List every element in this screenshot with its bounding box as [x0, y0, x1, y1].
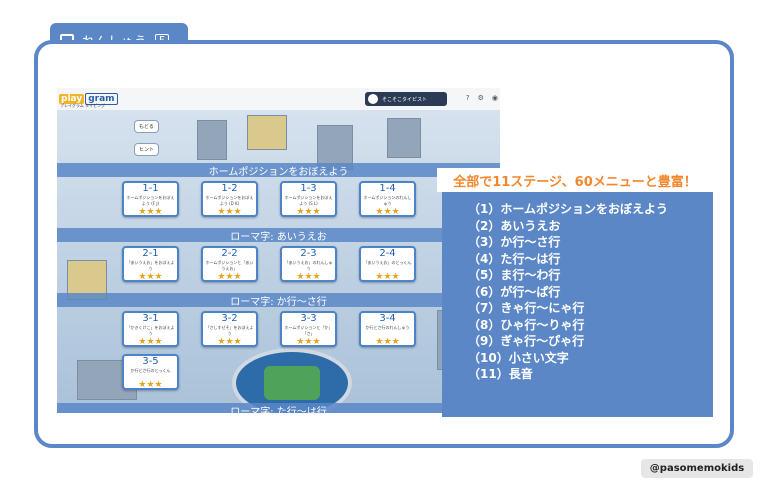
menu-list-item: （4）た行〜は行 — [468, 251, 561, 266]
stage-card[interactable]: 1-3 ホームポジションをおぼえよう (S L) ★★★ — [280, 181, 337, 217]
star-rating: ★★★ — [138, 337, 163, 347]
menu-list-item: （11）長音 — [468, 367, 533, 381]
star-rating: ★★★ — [375, 272, 400, 282]
section-title: ローマ字: あいうえお — [57, 228, 500, 243]
menu-list-item: （1）ホームポジションをおぼえよう — [468, 202, 668, 216]
star-rating: ★★★ — [296, 272, 321, 282]
star-rating: ★★★ — [217, 207, 242, 217]
section-title: ローマ字: か行〜さ行 — [57, 293, 500, 308]
menu-list-panel: （1）ホームポジションをおぼえよう （2）あいうえお （3）か行〜さ行 （4）た… — [442, 181, 713, 417]
stage-card[interactable]: 2-3 「あいうえお」のれんしゅう ★★★ — [280, 246, 337, 282]
building — [387, 118, 421, 158]
menu-list-item: （2）あいうえお — [468, 218, 561, 233]
app-screenshot: play gram プレイグラム タイピング そこそこタイピスト ? ⚙ ◉ も… — [57, 88, 500, 413]
menu-list-item: （6）が行〜ぱ行 — [468, 284, 561, 299]
star-rating: ★★★ — [217, 337, 242, 347]
menu-list-item: （7）きゃ行〜にゃ行 — [468, 301, 585, 315]
user-icon[interactable]: ◉ — [492, 94, 498, 102]
back-button[interactable]: もどる — [134, 120, 159, 133]
hint-button[interactable]: ヒント — [134, 143, 160, 156]
section-title: ローマ字: た行〜は行 — [57, 403, 500, 413]
stage-card[interactable]: 3-1 「かきくけこ」をおぼえよう ★★★ — [122, 311, 179, 347]
star-rating: ★★★ — [375, 337, 400, 347]
star-rating: ★★★ — [138, 380, 163, 390]
user-badge[interactable]: そこそこタイピスト — [365, 92, 447, 106]
stage-card[interactable]: 1-4 ホームポジションのれんしゅう ★★★ — [359, 181, 416, 217]
building — [197, 120, 227, 160]
section-title: ホームポジションをおぼえよう — [57, 163, 500, 178]
star-rating: ★★★ — [138, 272, 163, 282]
stage-card[interactable]: 3-3 ホームポジションと「か」「さ」 ★★★ — [280, 311, 337, 347]
menu-list-item: （5）ま行〜わ行 — [468, 268, 561, 282]
stage-card[interactable]: 1-1 ホームポジションをおぼえよう (F J) ★★★ — [122, 181, 179, 217]
headline: 全部で11ステージ、60メニューと豊富！ — [437, 168, 713, 192]
stage-card[interactable]: 2-2 ホームポジションと「あいうえお」 ★★★ — [201, 246, 258, 282]
stage-card[interactable]: 1-2 ホームポジションをおぼえよう (D K) ★★★ — [201, 181, 258, 217]
star-rating: ★★★ — [217, 272, 242, 282]
star-rating: ★★★ — [138, 207, 163, 217]
stage-card[interactable]: 3-5 か行とさ行のとっくん ★★★ — [122, 354, 179, 390]
stage-card[interactable]: 2-1 「あいうえお」をおぼえよう ★★★ — [122, 246, 179, 282]
logo-caption: プレイグラム タイピング — [60, 103, 106, 108]
star-rating: ★★★ — [296, 337, 321, 347]
menu-list-item: （3）か行〜さ行 — [468, 235, 561, 249]
app-header: play gram プレイグラム タイピング そこそこタイピスト ? ⚙ ◉ — [57, 88, 500, 110]
avatar — [368, 94, 378, 104]
building — [247, 115, 287, 150]
stage-card[interactable]: 3-4 か行とさ行のれんしゅう ★★★ — [359, 311, 416, 347]
menu-list-item: （10）小さい文字 — [468, 350, 569, 365]
credit-badge: @pasomemokids — [641, 459, 753, 478]
stage-card[interactable]: 2-4 「あいうえお」のとっくん ★★★ — [359, 246, 416, 282]
star-rating: ★★★ — [375, 207, 400, 217]
star-rating: ★★★ — [296, 207, 321, 217]
user-name: そこそこタイピスト — [382, 96, 428, 103]
stage-card[interactable]: 3-2 「さしすせそ」をおぼえよう ★★★ — [201, 311, 258, 347]
menu-list-item: （8）ひゃ行〜りゃ行 — [468, 317, 585, 332]
menu-list-item: （9）ぎゃ行〜ぴゃ行 — [468, 334, 585, 348]
help-icon[interactable]: ? — [466, 94, 470, 102]
gear-icon[interactable]: ⚙ — [478, 94, 484, 102]
